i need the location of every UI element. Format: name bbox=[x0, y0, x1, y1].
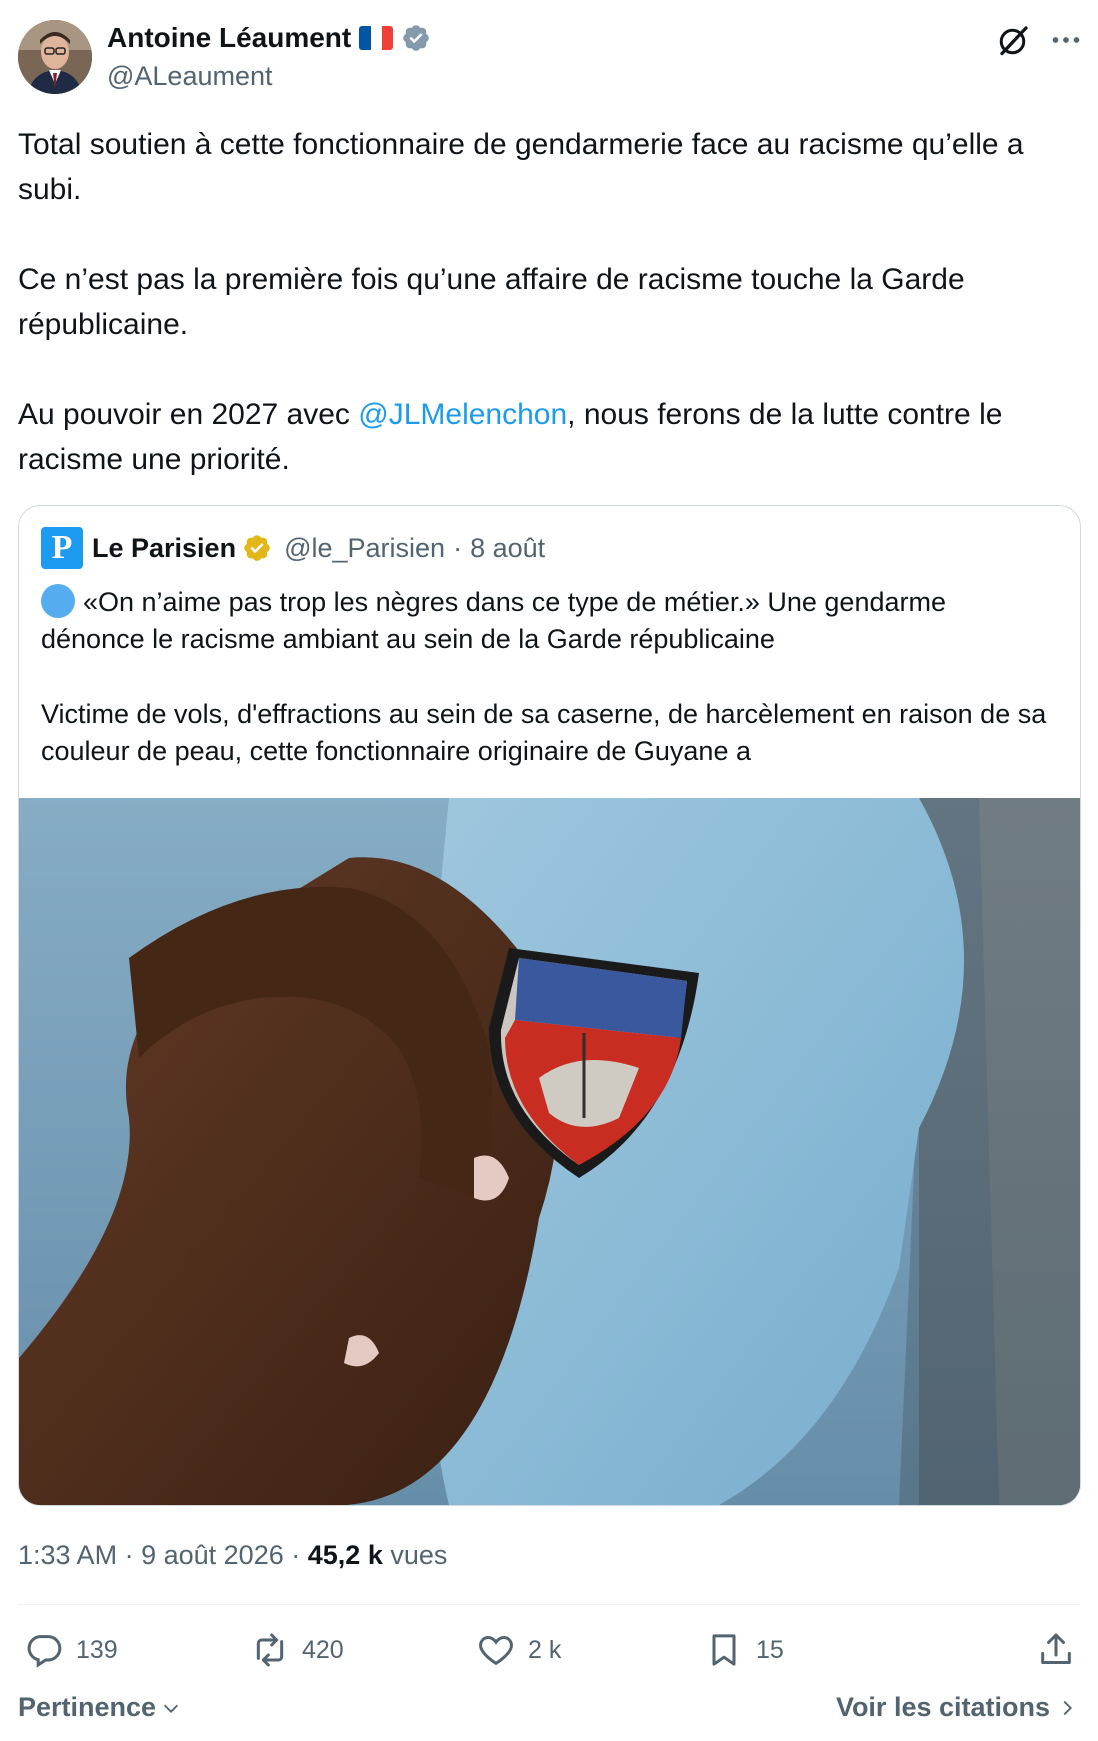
grok-icon[interactable] bbox=[996, 22, 1032, 58]
repost-button[interactable]: 420 bbox=[250, 1630, 344, 1670]
quoted-author-name[interactable]: Le Parisien bbox=[92, 533, 236, 564]
quoted-separator: · bbox=[453, 532, 463, 563]
blue-circle-icon bbox=[41, 584, 75, 618]
like-count: 2 k bbox=[528, 1635, 562, 1664]
author-name-text[interactable]: Antoine Léaument bbox=[107, 20, 351, 56]
action-bar: 139 420 2 k 15 bbox=[18, 1630, 1080, 1674]
mention-link[interactable]: @JLMelenchon bbox=[358, 398, 567, 431]
tweet-paragraph-1: Total soutien à cette fonctionnaire de g… bbox=[18, 128, 1024, 206]
verified-gold-badge-icon[interactable] bbox=[242, 533, 272, 563]
quoted-tweet[interactable]: P Le Parisien @le_Parisien · 8 août «On … bbox=[18, 505, 1081, 1506]
tweet-time[interactable]: 1:33 AM bbox=[18, 1540, 117, 1570]
quoted-tweet-text: «On n’aime pas trop les nègres dans ce t… bbox=[41, 584, 1056, 808]
more-options-icon[interactable] bbox=[1048, 22, 1084, 58]
quoted-paragraph-2: Victime de vols, d'effractions au sein d… bbox=[41, 699, 1047, 766]
repost-count: 420 bbox=[302, 1635, 344, 1664]
meta-separator-1: · bbox=[124, 1540, 134, 1570]
meta-separator-2: · bbox=[291, 1540, 301, 1570]
france-flag-icon bbox=[359, 26, 394, 50]
author-handle[interactable]: @ALeaument bbox=[107, 58, 273, 94]
views-count: 45,2 k bbox=[307, 1540, 383, 1570]
share-button[interactable] bbox=[1036, 1630, 1076, 1670]
tweet: Antoine Léaument @ALeaument Total soutie… bbox=[0, 0, 1098, 1741]
bookmark-icon bbox=[712, 1634, 736, 1666]
tweet-paragraph-2: Ce n’est pas la première fois qu’une aff… bbox=[18, 263, 965, 341]
repost-icon bbox=[256, 1633, 284, 1667]
bookmark-button[interactable]: 15 bbox=[704, 1630, 784, 1670]
tweet-paragraph-3-start: Au pouvoir en 2027 avec bbox=[18, 398, 359, 431]
quoted-paragraph-1-text: «On n’aime pas trop les nègres dans ce t… bbox=[41, 587, 946, 654]
author-name[interactable]: Antoine Léaument bbox=[107, 20, 431, 56]
reply-icon bbox=[27, 1635, 62, 1668]
sort-label: Pertinence bbox=[18, 1692, 157, 1722]
le-parisien-logo[interactable]: P bbox=[41, 527, 83, 569]
view-quotes-link[interactable]: Voir les citations bbox=[836, 1692, 1078, 1723]
verified-badge-icon[interactable] bbox=[401, 23, 431, 53]
chevron-right-icon bbox=[1063, 1700, 1072, 1715]
like-button[interactable]: 2 k bbox=[476, 1630, 561, 1670]
quoted-paragraph-1: «On n’aime pas trop les nègres dans ce t… bbox=[41, 584, 1056, 658]
reply-count: 139 bbox=[76, 1635, 118, 1664]
share-icon bbox=[1041, 1633, 1071, 1664]
quoted-tweet-header: P Le Parisien @le_Parisien · 8 août bbox=[41, 527, 545, 569]
quoted-author-handle[interactable]: @le_Parisien bbox=[284, 533, 445, 564]
views-label: vues bbox=[390, 1540, 448, 1570]
reply-button[interactable]: 139 bbox=[24, 1630, 118, 1670]
heart-icon bbox=[479, 1635, 513, 1666]
author-avatar[interactable] bbox=[18, 20, 92, 94]
tweet-text: Total soutien à cette fonctionnaire de g… bbox=[18, 122, 1078, 482]
tweet-metadata: 1:33 AM · 9 août 2026 · 45,2 k vues bbox=[18, 1537, 447, 1573]
sort-dropdown[interactable]: Pertinence bbox=[18, 1692, 182, 1723]
bookmark-count: 15 bbox=[756, 1635, 784, 1664]
tweet-paragraph-3: Au pouvoir en 2027 avec @JLMelenchon, no… bbox=[18, 392, 1078, 482]
view-quotes-label: Voir les citations bbox=[835, 1692, 1050, 1722]
tweet-date[interactable]: 9 août 2026 bbox=[141, 1540, 284, 1570]
divider bbox=[18, 1604, 1080, 1605]
chevron-down-icon bbox=[163, 1704, 179, 1713]
quoted-date[interactable]: 8 août bbox=[470, 533, 545, 564]
quoted-tweet-photo[interactable] bbox=[19, 798, 1080, 1505]
